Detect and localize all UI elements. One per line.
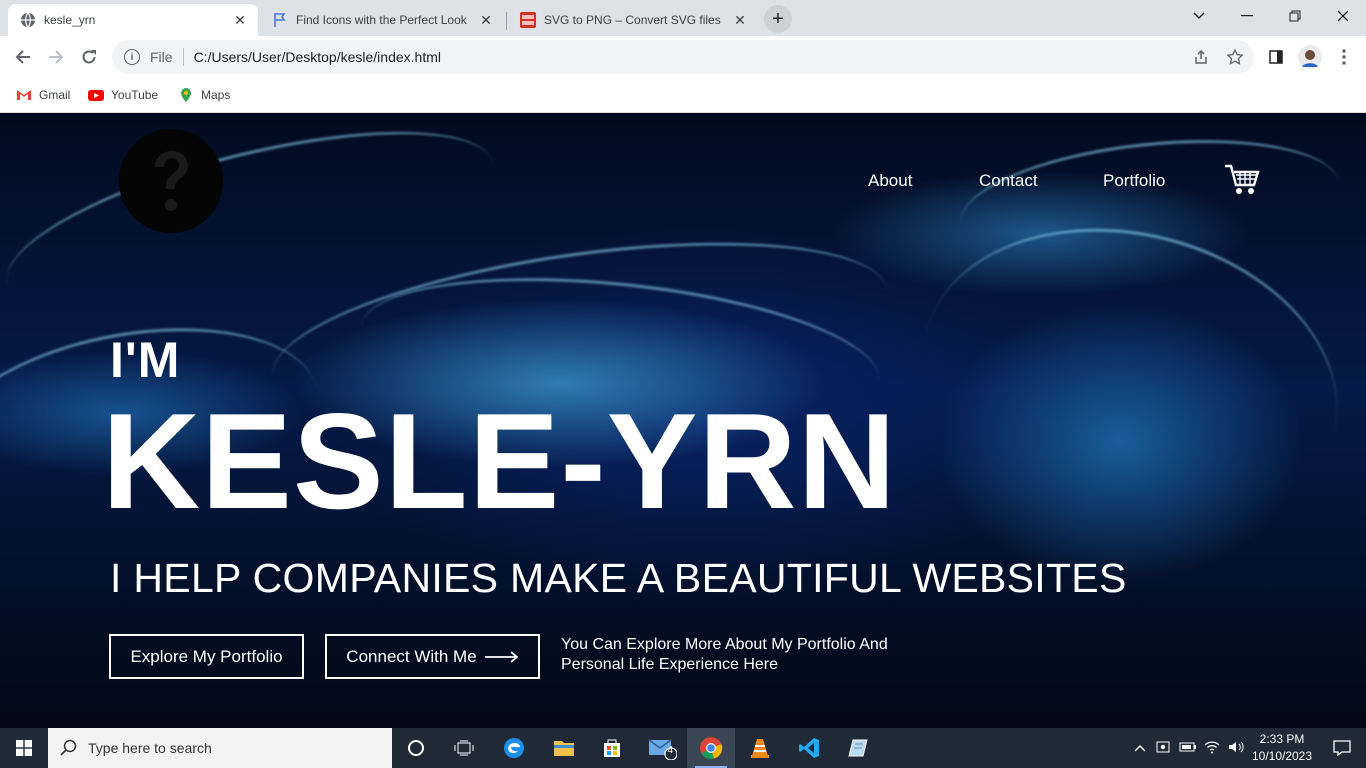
share-icon[interactable] (1186, 42, 1216, 72)
windows-logo-icon (16, 740, 32, 756)
browser-toolbar: i File C:/Users/User/Desktop/kesle/index… (0, 36, 1366, 78)
address-bar[interactable]: i File C:/Users/User/Desktop/kesle/index… (112, 40, 1254, 74)
close-icon[interactable]: ✕ (476, 10, 496, 30)
bookmark-star-icon[interactable] (1220, 42, 1250, 72)
flag-icon (274, 13, 286, 27)
store-icon[interactable] (588, 728, 636, 768)
edge-icon[interactable] (490, 728, 538, 768)
close-icon[interactable]: ✕ (730, 10, 750, 30)
close-icon[interactable]: ✕ (230, 10, 250, 30)
connect-button[interactable]: Connect With Me (325, 634, 540, 679)
bookmark-gmail[interactable]: Gmail (16, 85, 70, 105)
search-icon (60, 739, 77, 756)
shopping-cart-icon[interactable] (1224, 163, 1260, 197)
meet-now-icon[interactable] (1152, 740, 1176, 757)
task-view-icon[interactable] (440, 728, 488, 768)
chevron-up-icon[interactable] (1128, 741, 1152, 755)
menu-icon[interactable] (1329, 42, 1359, 72)
back-button[interactable] (8, 42, 38, 72)
taskbar-search-box[interactable]: Type here to search (48, 728, 392, 768)
hero-intro: I'M (110, 332, 181, 388)
hero-tagline: I HELP COMPANIES MAKE A BEAUTIFUL WEBSIT… (110, 555, 1127, 601)
nav-contact[interactable]: Contact (979, 171, 1038, 191)
minimize-button[interactable] (1224, 0, 1270, 32)
volume-icon[interactable] (1224, 740, 1248, 757)
tab-find-icons[interactable]: Find Icons with the Perfect Look ✕ (260, 4, 504, 36)
explore-portfolio-button[interactable]: Explore My Portfolio (109, 634, 304, 679)
clock-date: 10/10/2023 (1251, 749, 1313, 763)
nav-about[interactable]: About (868, 171, 912, 191)
bookmark-label: Gmail (39, 88, 71, 102)
hero-name: KESLE-YRN (102, 385, 897, 537)
tab-title: Find Icons with the Perfect Look (296, 13, 467, 27)
new-tab-button[interactable]: + (764, 5, 792, 33)
address-divider (182, 48, 184, 66)
vlc-icon[interactable] (736, 728, 784, 768)
close-window-button[interactable] (1320, 0, 1366, 32)
notification-icon[interactable] (1318, 728, 1366, 768)
youtube-icon (88, 90, 104, 101)
reload-button[interactable] (74, 42, 104, 72)
tab-svg-to-png[interactable]: SVG to PNG – Convert SVG files ✕ (508, 4, 758, 36)
mail-icon[interactable]: 4 (638, 728, 686, 768)
button-label: Explore My Portfolio (130, 646, 283, 666)
bookmark-label: Maps (201, 88, 231, 102)
arrow-right-icon (484, 650, 519, 663)
file-explorer-icon[interactable] (540, 728, 588, 768)
battery-icon[interactable] (1176, 741, 1200, 756)
bookmark-youtube[interactable]: YouTube (88, 85, 158, 105)
tab-title: SVG to PNG – Convert SVG files (544, 13, 721, 27)
bookmark-maps[interactable]: Maps (178, 85, 230, 105)
site-logo[interactable] (119, 129, 223, 233)
windows-taskbar: Type here to search 4 2:33 PM 10/10/2023 (0, 728, 1366, 768)
system-tray (1128, 728, 1248, 768)
svg-png-icon (520, 12, 536, 28)
button-label: Connect With Me (346, 646, 477, 666)
start-button[interactable] (0, 728, 48, 768)
address-url[interactable]: C:/Users/User/Desktop/kesle/index.html (194, 49, 441, 65)
side-panel-icon[interactable] (1261, 42, 1291, 72)
bookmarks-bar: Gmail YouTube Maps (0, 78, 1366, 113)
notepad-icon[interactable] (834, 728, 882, 768)
gmail-icon (17, 90, 31, 100)
tab-separator (506, 12, 507, 30)
globe-icon (21, 12, 35, 28)
profile-avatar[interactable] (1295, 42, 1325, 72)
mail-badge: 4 (667, 745, 673, 756)
maps-pin-icon (181, 88, 191, 102)
chrome-icon[interactable] (687, 728, 735, 768)
forward-button[interactable] (41, 42, 71, 72)
tab-title: kesle_yrn (44, 13, 96, 27)
search-placeholder: Type here to search (88, 740, 212, 756)
cortana-icon[interactable] (392, 728, 440, 768)
hero-section: About Contact Portfolio I'M KESLE-YRN I … (0, 113, 1366, 728)
hero-description: You Can Explore More About My Portfolio … (561, 636, 888, 673)
info-icon[interactable]: i (124, 49, 140, 65)
tab-strip: kesle_yrn ✕ Find Icons with the Perfect … (0, 0, 1366, 36)
address-scheme: File (150, 49, 173, 65)
taskbar-clock[interactable]: 2:33 PM 10/10/2023 (1246, 731, 1318, 765)
bookmark-label: YouTube (111, 88, 159, 102)
question-mark-logo-icon (119, 129, 223, 233)
wifi-icon[interactable] (1200, 740, 1224, 757)
tab-kesle[interactable]: kesle_yrn ✕ (8, 4, 258, 36)
restore-button[interactable] (1272, 0, 1318, 32)
vscode-icon[interactable] (785, 728, 833, 768)
nav-portfolio[interactable]: Portfolio (1103, 171, 1165, 191)
tab-search-icon[interactable] (1176, 0, 1222, 32)
clock-time: 2:33 PM (1259, 732, 1305, 746)
